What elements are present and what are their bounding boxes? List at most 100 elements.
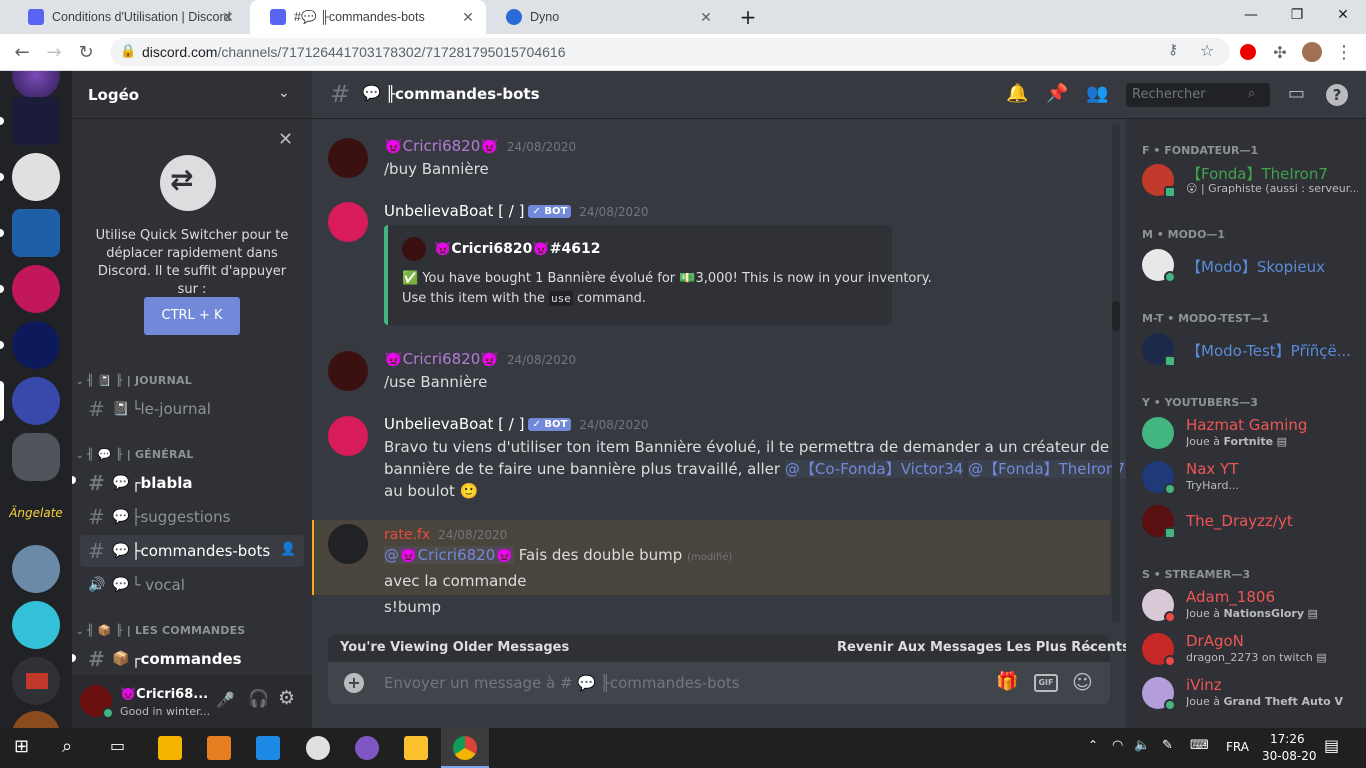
- pin-icon[interactable]: 📌: [1046, 83, 1068, 104]
- profile-avatar[interactable]: [1302, 42, 1322, 62]
- mute-mic-icon[interactable]: 🎤: [216, 691, 235, 709]
- server-icon-ice-pub[interactable]: [12, 321, 60, 369]
- sublime-icon[interactable]: [207, 736, 231, 760]
- user-mention[interactable]: @【Fonda】TheIron7: [968, 460, 1126, 478]
- headphones-icon[interactable]: 🎧: [248, 689, 269, 709]
- member-item[interactable]: 【Modo】Skopieux: [1142, 244, 1358, 286]
- pen-icon[interactable]: ✎: [1162, 738, 1173, 753]
- app-icon[interactable]: [355, 736, 379, 760]
- settings-gear-icon[interactable]: ⚙: [278, 687, 295, 709]
- channel-suggestions[interactable]: # 💬 ├suggestions: [80, 501, 304, 533]
- notification-center-icon[interactable]: ▤: [1324, 736, 1339, 755]
- member-item[interactable]: Adam_1806 Joue à NationsGlory ▤: [1142, 584, 1358, 626]
- app-icon[interactable]: [256, 736, 280, 760]
- add-attachment-icon[interactable]: +: [344, 673, 364, 693]
- browser-tab[interactable]: Dyno ✕: [486, 0, 724, 34]
- older-messages-bar[interactable]: You're Viewing Older Messages Revenir Au…: [328, 634, 1130, 662]
- wifi-icon[interactable]: ◠: [1112, 738, 1123, 753]
- message-composer[interactable]: + Envoyer un message à # 💬 ╟commandes-bo…: [328, 662, 1110, 704]
- inbox-icon[interactable]: ▭: [1288, 83, 1305, 104]
- server-icon-mcc[interactable]: [12, 97, 60, 145]
- bot-avatar[interactable]: [328, 202, 368, 242]
- category-journal[interactable]: ⌄ ╢ 📓 ╟ | JOURNAL: [76, 374, 192, 387]
- language-indicator[interactable]: FRA: [1226, 740, 1249, 754]
- chrome-menu-icon[interactable]: ⋮: [1332, 41, 1356, 65]
- member-item[interactable]: 【Fonda】TheIron7 😮 | Graphiste (aussi : s…: [1142, 159, 1358, 201]
- server-folder-icon[interactable]: [12, 433, 60, 481]
- browser-tab-active[interactable]: #💬 ╟commandes-bots ✕: [250, 0, 486, 34]
- minimize-icon[interactable]: —: [1228, 0, 1274, 30]
- gift-icon[interactable]: 🎁: [996, 671, 1018, 692]
- address-bar[interactable]: 🔒 discord.com/channels/71712644170317830…: [110, 38, 1230, 66]
- app-icon[interactable]: [306, 736, 330, 760]
- close-tab-icon[interactable]: ✕: [220, 9, 236, 25]
- category-general[interactable]: ⌄ ╢ 💬 ╟ | GÉNÉRAL: [76, 448, 194, 461]
- channel-commandes[interactable]: # 📦 ┌commandes: [80, 643, 304, 675]
- help-icon[interactable]: ?: [1326, 84, 1348, 106]
- channel-commandes-bots[interactable]: # 💬 ├commandes-bots 👤: [80, 535, 304, 567]
- author-avatar[interactable]: [328, 138, 368, 178]
- clock-date[interactable]: 30-08-20: [1262, 749, 1316, 763]
- close-icon[interactable]: ✕: [278, 129, 293, 150]
- server-icon-logeo[interactable]: [12, 377, 60, 425]
- task-view-icon[interactable]: ▭: [110, 736, 125, 755]
- clock-time[interactable]: 17:26: [1270, 732, 1305, 746]
- server-icon[interactable]: [12, 71, 60, 99]
- forward-icon[interactable]: →: [42, 41, 66, 65]
- bot-avatar[interactable]: [328, 416, 368, 456]
- reload-icon[interactable]: ↻: [74, 41, 98, 65]
- server-icon-visual-pub[interactable]: [12, 265, 60, 313]
- windows-start-icon[interactable]: ⊞: [14, 736, 29, 757]
- member-item[interactable]: Hazmat Gaming Joue à Fortnite ▤: [1142, 412, 1358, 454]
- user-mention[interactable]: @【Co-Fonda】Victor34: [784, 460, 964, 478]
- ctrl-k-button[interactable]: CTRL + K: [144, 297, 240, 335]
- keyboard-icon[interactable]: ⌨: [1190, 738, 1209, 753]
- maximize-icon[interactable]: ❐: [1274, 0, 1320, 30]
- volume-icon[interactable]: 🔈: [1134, 738, 1150, 753]
- member-item[interactable]: DrAgoN dragon_2273 on twitch ▤: [1142, 628, 1358, 670]
- search-icon[interactable]: ⌕: [62, 736, 72, 757]
- search-input[interactable]: Rechercher ⌕: [1126, 83, 1270, 107]
- server-icon[interactable]: [12, 601, 60, 649]
- extensions-puzzle-icon[interactable]: ✣: [1268, 41, 1292, 65]
- author-avatar[interactable]: [328, 351, 368, 391]
- new-tab-icon[interactable]: +: [734, 2, 762, 32]
- bookmark-star-icon[interactable]: ☆: [1200, 41, 1214, 60]
- member-item[interactable]: The_Drayzz/yt: [1142, 500, 1358, 542]
- member-item[interactable]: 【Modo-Test】Přïñçë...: [1142, 328, 1358, 370]
- key-icon[interactable]: ⚷: [1168, 42, 1178, 58]
- author-name[interactable]: rate.fx: [384, 527, 430, 543]
- server-icon-angelate[interactable]: Ängelate: [8, 489, 64, 537]
- author-name[interactable]: UnbelievaBoat [ / ]: [384, 202, 524, 220]
- notification-bell-icon[interactable]: 🔔: [1006, 83, 1028, 104]
- server-header[interactable]: Logéo ⌄: [72, 71, 312, 119]
- server-icon[interactable]: [12, 545, 60, 593]
- member-item[interactable]: Nax YT TryHard...: [1142, 456, 1358, 498]
- back-icon[interactable]: ←: [10, 41, 34, 65]
- close-window-icon[interactable]: ✕: [1320, 0, 1366, 30]
- scrollbar-track[interactable]: [1112, 123, 1120, 623]
- user-mention[interactable]: @👿Cricri6820👿: [384, 546, 514, 564]
- server-icon[interactable]: [12, 711, 60, 728]
- browser-tab[interactable]: Conditions d'Utilisation | Discord ✕: [8, 0, 246, 34]
- author-name[interactable]: 👿Cricri6820👿: [384, 350, 499, 368]
- invite-icon[interactable]: 👤: [280, 542, 296, 557]
- category-commandes[interactable]: ⌄ ╢ 📦 ╟ | LES COMMANDES: [76, 624, 245, 637]
- close-tab-icon[interactable]: ✕: [460, 9, 476, 25]
- emoji-picker-icon[interactable]: ☺: [1072, 670, 1093, 694]
- close-tab-icon[interactable]: ✕: [698, 9, 714, 25]
- channel-le-journal[interactable]: # 📓 └le-journal: [80, 393, 304, 425]
- chrome-taskbar-button[interactable]: [441, 728, 489, 768]
- author-avatar[interactable]: [328, 524, 368, 564]
- author-name[interactable]: UnbelievaBoat [ / ]: [384, 415, 524, 433]
- file-explorer-icon[interactable]: [404, 736, 428, 760]
- author-name[interactable]: 👿Cricri6820👿: [384, 137, 499, 155]
- scrollbar-thumb[interactable]: [1112, 301, 1120, 331]
- server-icon[interactable]: [12, 153, 60, 201]
- member-item[interactable]: iVinz Joue à Grand Theft Auto V: [1142, 672, 1358, 714]
- channel-blabla[interactable]: # 💬 ┌blabla: [80, 467, 304, 499]
- channel-vocal[interactable]: 🔊 💬 └ vocal: [80, 569, 304, 601]
- chevron-down-icon[interactable]: ⌄: [278, 85, 290, 101]
- store-icon[interactable]: [158, 736, 182, 760]
- chevron-up-icon[interactable]: ⌃: [1088, 738, 1098, 752]
